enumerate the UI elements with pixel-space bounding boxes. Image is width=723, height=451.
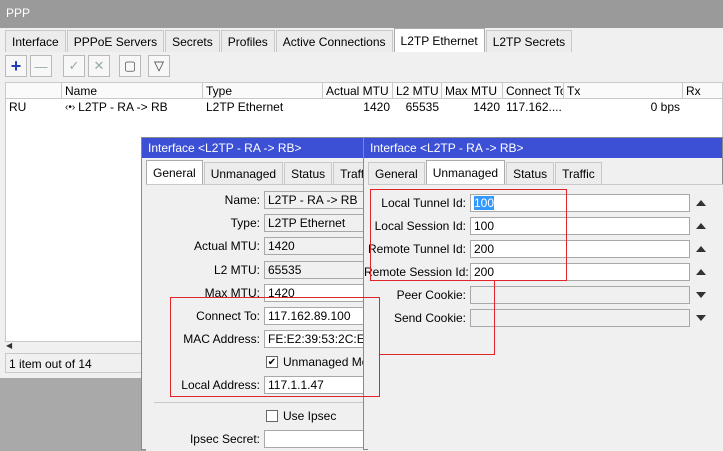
check-icon: ✓ xyxy=(68,58,80,73)
row-actual-mtu: 1420 xyxy=(363,100,390,114)
tab-status[interactable]: Status xyxy=(284,162,333,184)
send-cookie-field[interactable] xyxy=(470,309,690,327)
interface-window-general: Interface <L2TP - RA -> RB> General Unma… xyxy=(141,137,380,451)
filter-icon: ▽ xyxy=(154,58,164,73)
col-tx[interactable]: Tx xyxy=(564,83,683,98)
tab-l2tp-secrets[interactable]: L2TP Secrets xyxy=(485,30,573,52)
name-field[interactable]: L2TP - RA -> RB xyxy=(264,191,368,209)
chevron-up-icon[interactable] xyxy=(696,223,706,229)
window-title: Interface <L2TP - RA -> RB> xyxy=(364,138,722,158)
row-l2-mtu: 65535 xyxy=(405,100,439,114)
l2-mtu-label: L2 MTU: xyxy=(213,263,260,277)
tab-l2tp-ethernet[interactable]: L2TP Ethernet xyxy=(393,28,485,52)
tab-unmanaged[interactable]: Unmanaged xyxy=(203,162,284,184)
tab-secrets[interactable]: Secrets xyxy=(165,30,220,52)
use-ipsec-label: Use Ipsec xyxy=(283,409,337,423)
table-header: Name Type Actual MTU L2 MTU Max MTU Conn… xyxy=(6,83,722,99)
table-row[interactable]: RU ‹•› L2TP - RA -> RB L2TP Ethernet 142… xyxy=(6,99,722,115)
tab-profiles[interactable]: Profiles xyxy=(220,30,275,52)
ipsec-secret-field[interactable] xyxy=(264,430,368,448)
window-title: Interface <L2TP - RA -> RB> xyxy=(142,138,370,158)
col-type[interactable]: Type xyxy=(203,83,323,98)
tab-active-connections[interactable]: Active Connections xyxy=(275,30,393,52)
col-l2-mtu[interactable]: L2 MTU xyxy=(393,83,442,98)
chevron-up-icon[interactable] xyxy=(696,200,706,206)
chevron-up-icon[interactable] xyxy=(696,246,706,252)
window-tabs: General Unmanaged Status Traffic xyxy=(364,158,722,186)
chevron-up-icon[interactable] xyxy=(696,269,706,275)
tab-status[interactable]: Status xyxy=(506,162,555,184)
plus-icon: + xyxy=(10,55,22,76)
status-bar: 1 item out of 14 xyxy=(5,353,145,373)
col-rx[interactable]: Rx xyxy=(683,83,722,98)
type-field: L2TP Ethernet xyxy=(264,214,368,232)
add-button[interactable]: + xyxy=(5,55,27,77)
l2tp-interface-icon: ‹•› xyxy=(65,101,76,113)
cross-icon: ✕ xyxy=(93,58,105,73)
row-type: L2TP Ethernet xyxy=(206,100,284,114)
chevron-down-icon[interactable] xyxy=(696,292,706,298)
chevron-down-icon[interactable] xyxy=(696,315,706,321)
window-tabs: General Unmanaged Status Traffic xyxy=(142,158,380,186)
ipsec-secret-label: Ipsec Secret: xyxy=(189,432,260,446)
row-rx xyxy=(683,99,722,115)
row-max-mtu: 1420 xyxy=(473,100,500,114)
tab-general[interactable]: General xyxy=(368,162,425,184)
peer-cookie-field[interactable] xyxy=(470,286,690,304)
actual-mtu-field: 1420 xyxy=(264,237,368,255)
tab-unmanaged[interactable]: Unmanaged xyxy=(425,160,506,184)
highlight-box-unmanaged xyxy=(370,189,567,281)
connector-line-horizontal xyxy=(380,354,494,355)
row-tx: 0 bps xyxy=(650,100,680,114)
col-connect-to[interactable]: Connect To xyxy=(503,83,564,98)
interface-window-unmanaged: Interface <L2TP - RA -> RB> General Unma… xyxy=(363,137,723,451)
minus-icon: — xyxy=(34,58,48,74)
remove-button[interactable]: — xyxy=(30,55,52,77)
scroll-left-arrow[interactable]: ◀ xyxy=(6,341,16,351)
note-icon: ▢ xyxy=(123,58,137,73)
use-ipsec-checkbox[interactable] xyxy=(266,410,278,422)
enable-button[interactable]: ✓ xyxy=(63,55,85,77)
name-label: Name: xyxy=(224,193,260,207)
row-connect-to: 117.162.... xyxy=(506,100,562,114)
col-name[interactable]: Name xyxy=(62,83,203,98)
disable-button[interactable]: ✕ xyxy=(88,55,110,77)
tab-general[interactable]: General xyxy=(146,160,203,184)
comment-button[interactable]: ▢ xyxy=(119,55,141,77)
col-actual-mtu[interactable]: Actual MTU xyxy=(323,83,393,98)
ppp-tabs: Interface PPPoE Servers Secrets Profiles… xyxy=(5,28,573,52)
l2-mtu-field: 65535 xyxy=(264,261,368,279)
tab-interface[interactable]: Interface xyxy=(5,30,66,52)
connector-line-vertical xyxy=(494,281,495,355)
row-name: L2TP - RA -> RB xyxy=(78,100,168,114)
row-flag: RU xyxy=(9,100,27,114)
filter-button[interactable]: ▽ xyxy=(148,55,170,77)
ppp-window-title: PPP xyxy=(0,0,723,28)
highlight-box-general xyxy=(170,297,380,397)
type-label: Type: xyxy=(230,216,260,230)
toolbar: + — ✓ ✕ ▢ ▽ xyxy=(5,55,173,79)
col-max-mtu[interactable]: Max MTU xyxy=(442,83,503,98)
actual-mtu-label: Actual MTU: xyxy=(193,239,260,253)
tab-pppoe-servers[interactable]: PPPoE Servers xyxy=(66,30,165,52)
tab-traffic[interactable]: Traffic xyxy=(555,162,602,184)
